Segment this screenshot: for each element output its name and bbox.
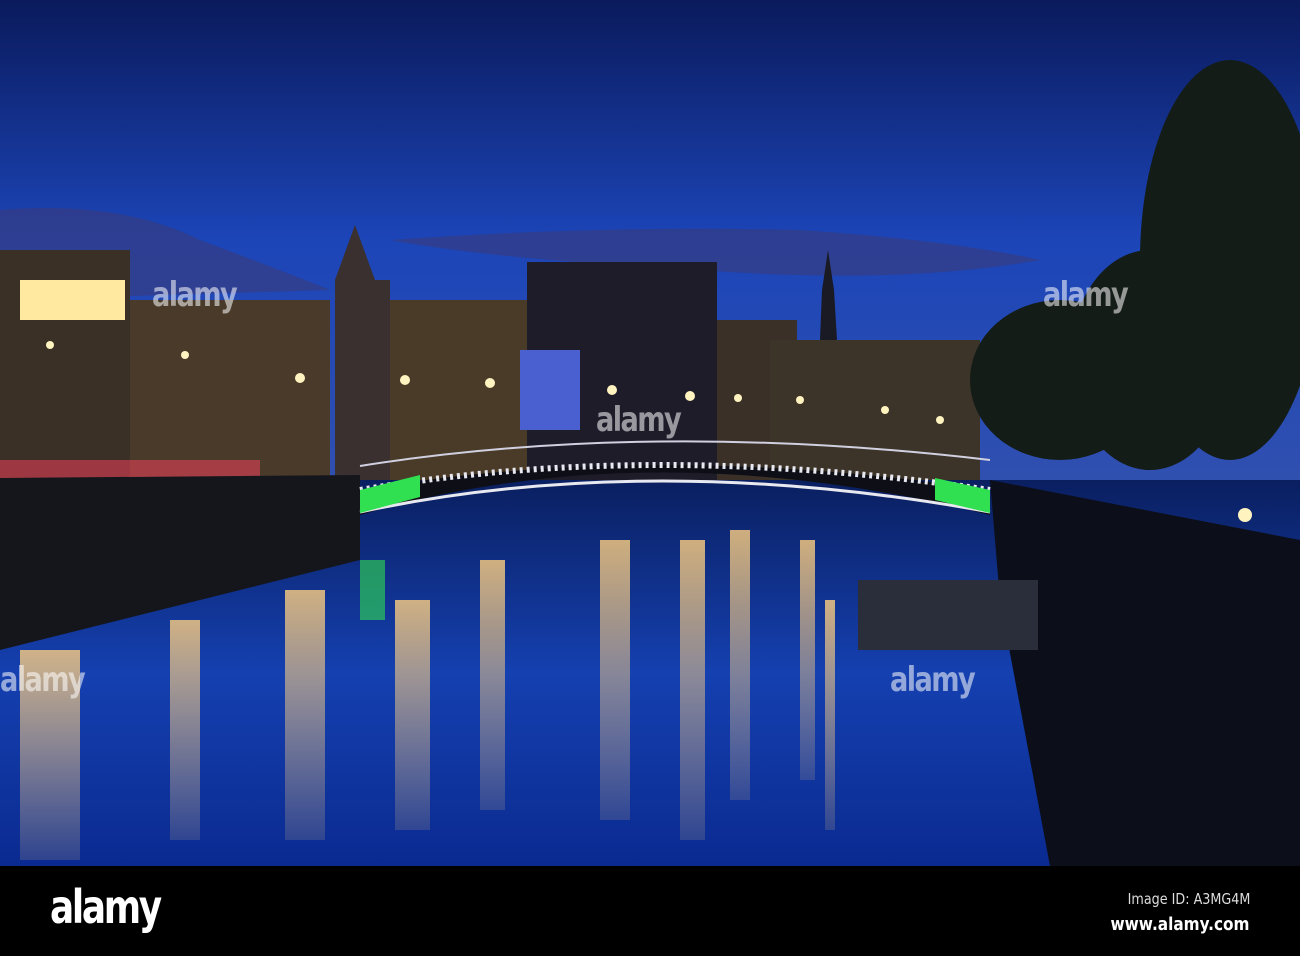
watermark: alamy xyxy=(152,275,238,315)
traffic-light-trails xyxy=(0,460,260,478)
image-id: Image ID: A3MG4M xyxy=(1127,890,1250,908)
green-reflection xyxy=(360,560,385,620)
watermark: alamy xyxy=(0,660,86,700)
website-link[interactable]: www.alamy.com xyxy=(1111,914,1250,935)
watermark: alamy xyxy=(890,660,976,700)
stock-photo: alamy alamy alamy alamy alamy alamy Imag… xyxy=(0,0,1300,956)
footer-bar: alamy Image ID: A3MG4M www.alamy.com xyxy=(0,866,1300,956)
watermark: alamy xyxy=(596,400,682,440)
pontoon xyxy=(858,580,1038,650)
alamy-logo[interactable]: alamy xyxy=(50,880,162,934)
watermark: alamy xyxy=(1043,275,1129,315)
